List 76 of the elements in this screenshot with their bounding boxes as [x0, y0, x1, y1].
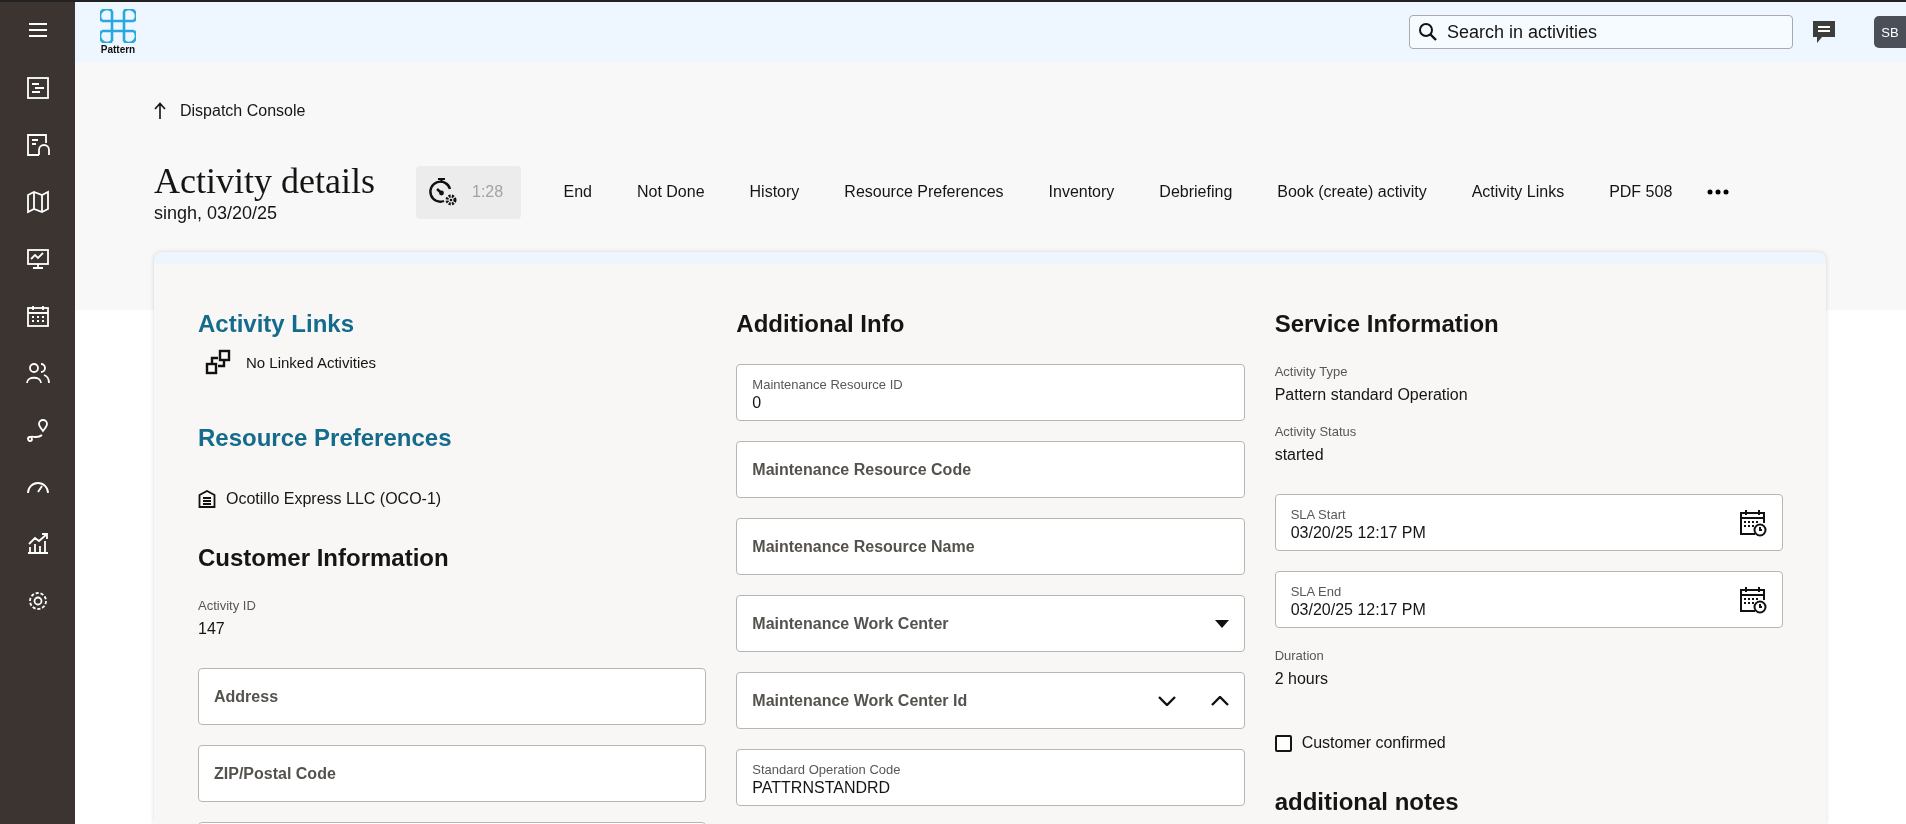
people-icon[interactable]	[25, 361, 50, 385]
section-heading: Additional Info	[736, 309, 906, 339]
field-value: 0	[752, 394, 763, 412]
search-field[interactable]: Search in activities	[1409, 15, 1793, 49]
chevron-down-icon[interactable]	[1157, 695, 1176, 706]
linked-squares-icon	[204, 348, 232, 376]
action-button[interactable]: Not Done	[614, 175, 727, 209]
text-field[interactable]: Address	[198, 668, 707, 725]
calendar-clock-icon[interactable]	[1739, 585, 1767, 614]
logo-icon	[100, 9, 136, 43]
field-label: Maintenance Resource ID	[752, 377, 904, 392]
map-icon[interactable]	[25, 190, 50, 214]
action-button[interactable]: Debriefing	[1137, 175, 1255, 209]
field-label: Address	[214, 687, 280, 706]
field-value: 03/20/25 12:17 PM	[1290, 524, 1427, 542]
page-title: Activity details	[154, 160, 376, 201]
building-icon	[198, 490, 216, 508]
field-label: Activity Type	[1274, 364, 1349, 379]
linked-activities-text: No Linked Activities	[246, 353, 377, 371]
trend-chart-icon[interactable]	[25, 532, 50, 556]
checkbox-label: Customer confirmed	[1301, 734, 1446, 752]
dropdown-caret-icon	[1214, 619, 1229, 628]
checkbox[interactable]	[1274, 734, 1292, 752]
up-arrow-icon	[154, 102, 166, 120]
field-label: Maintenance Resource Code	[752, 460, 973, 479]
field-label: SLA Start	[1290, 507, 1347, 522]
field-value: 147	[198, 620, 226, 638]
avatar[interactable]: SB	[1874, 16, 1906, 48]
calendar-icon[interactable]	[25, 304, 50, 328]
text-field[interactable]: Maintenance Resource Name	[736, 518, 1245, 575]
stopwatch-gear-icon	[428, 176, 458, 208]
field-label: Maintenance Resource Name	[752, 537, 976, 556]
field-value: 2 hours	[1274, 670, 1330, 688]
section-heading: Customer Information	[198, 543, 450, 573]
back-link[interactable]: Dispatch Console	[154, 102, 306, 120]
action-button[interactable]: PDF 508	[1587, 175, 1695, 209]
action-button[interactable]: Resource Preferences	[822, 175, 1026, 209]
text-field[interactable]: Standard Operation Code PATTRNSTANDRD	[736, 749, 1245, 806]
field-value: started	[1274, 446, 1325, 464]
logo-text: Pattern	[100, 44, 136, 55]
field-value: Pattern standard Operation	[1274, 386, 1469, 404]
date-time-field[interactable]: SLA End 03/20/25 12:17 PM	[1274, 571, 1783, 628]
page-subtitle: singh, 03/20/25	[154, 202, 279, 224]
resource-name: Ocotillo Express LLC (OCO-1)	[226, 490, 442, 508]
field-label: ZIP/Postal Code	[214, 764, 337, 783]
action-button[interactable]: Activity Links	[1449, 175, 1587, 209]
field-label: Maintenance Work Center Id	[752, 691, 969, 710]
action-button[interactable]: History	[727, 175, 822, 209]
dropdown-field[interactable]: Maintenance Work Center	[736, 595, 1245, 652]
calendar-clock-icon[interactable]	[1739, 508, 1767, 537]
list-icon[interactable]	[25, 76, 50, 100]
document-headset-icon[interactable]	[25, 133, 50, 157]
text-field[interactable]: ZIP/Postal Code	[198, 745, 707, 802]
field-value: 03/20/25 12:17 PM	[1290, 601, 1427, 619]
number-field[interactable]: Maintenance Work Center Id	[736, 672, 1245, 729]
date-time-field[interactable]: SLA Start 03/20/25 12:17 PM	[1274, 494, 1783, 551]
text-field[interactable]: Maintenance Resource Code	[736, 441, 1245, 498]
text-field[interactable]: Maintenance Resource ID 0	[736, 364, 1245, 421]
monitor-chart-icon[interactable]	[25, 247, 50, 271]
section-heading: additional notes	[1274, 787, 1460, 817]
chevron-up-icon[interactable]	[1210, 695, 1229, 706]
field-label: SLA End	[1290, 584, 1343, 599]
field-label: Activity ID	[198, 598, 257, 613]
field-label: Duration	[1274, 648, 1325, 663]
section-heading: Service Information	[1274, 309, 1500, 339]
action-button[interactable]: Book (create) activity	[1255, 175, 1449, 209]
field-label: Standard Operation Code	[752, 762, 902, 777]
field-value: PATTRNSTANDRD	[752, 779, 892, 797]
action-button[interactable]: Inventory	[1026, 175, 1137, 209]
section-heading-link[interactable]: Resource Preferences	[198, 422, 707, 454]
chat-icon[interactable]	[1811, 19, 1837, 45]
field-label: Maintenance Work Center	[752, 614, 950, 633]
action-button[interactable]: End	[541, 175, 614, 209]
field-label: Activity Status	[1274, 424, 1358, 439]
section-heading-link[interactable]: Activity Links	[198, 308, 707, 340]
route-pin-icon[interactable]	[25, 418, 50, 442]
